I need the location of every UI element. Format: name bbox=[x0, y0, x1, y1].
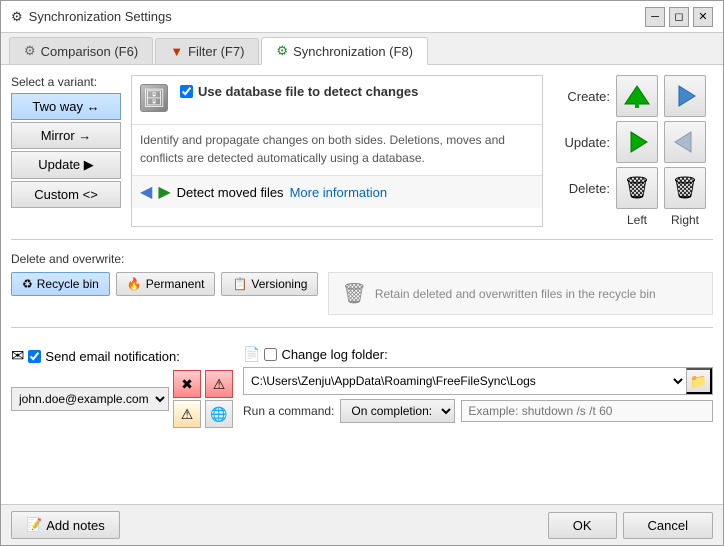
cancel-button[interactable]: Cancel bbox=[623, 512, 713, 539]
recycle-desc-icon: 🗑 bbox=[341, 281, 366, 306]
variant-update[interactable]: Update ▶ bbox=[11, 151, 121, 179]
recycle-icon: ♻ bbox=[22, 277, 33, 291]
create-row: Create: bbox=[560, 75, 706, 117]
permanent-button[interactable]: 🔥 Permanent bbox=[116, 272, 216, 296]
create-left-button[interactable] bbox=[616, 75, 658, 117]
delete-left-button[interactable]: 🗑 bbox=[616, 167, 658, 209]
variant-group: Select a variant: Two way ↔ Mirror → Upd… bbox=[11, 75, 121, 227]
sync-icon: ⚙ bbox=[276, 43, 288, 59]
tab-comparison[interactable]: ⚙ Comparison (F6) bbox=[9, 37, 153, 64]
title-bar: ⚙ Synchronization Settings ─ ◻ ✕ bbox=[1, 1, 723, 33]
email-warning-button[interactable]: ⚠ bbox=[173, 400, 201, 428]
db-icon-visual: 🗄 bbox=[140, 84, 168, 112]
use-database-label: Use database file to detect changes bbox=[198, 84, 418, 99]
delete-row: Delete: 🗑 🗑 bbox=[560, 167, 706, 209]
command-row: Run a command: On completion: bbox=[243, 399, 713, 423]
add-notes-button[interactable]: 📝 Add notes bbox=[11, 511, 120, 539]
main-content: Select a variant: Two way ↔ Mirror → Upd… bbox=[1, 65, 723, 504]
detect-moved-row: ◀ ▶ Detect moved files More information bbox=[132, 175, 542, 208]
email-action-buttons: ✖ ⚠ bbox=[173, 370, 201, 428]
command-mode-select[interactable]: On completion: bbox=[340, 399, 455, 423]
left-label: Left bbox=[616, 213, 658, 227]
use-database-checkbox[interactable] bbox=[180, 85, 193, 98]
bottom-section: ✉ Send email notification: john.doe@exam… bbox=[11, 340, 713, 434]
top-section: Select a variant: Two way ↔ Mirror → Upd… bbox=[11, 75, 713, 227]
email-select[interactable]: john.doe@example.com bbox=[11, 387, 169, 411]
delete-section: Delete and overwrite: ♻ Recycle bin 🔥 Pe… bbox=[11, 252, 713, 315]
fire-icon: 🔥 bbox=[127, 277, 142, 291]
description-top: 🗄 Use database file to detect changes bbox=[132, 76, 542, 125]
ok-button[interactable]: OK bbox=[548, 512, 617, 539]
gear-icon: ⚙ bbox=[24, 43, 36, 59]
window-title: Synchronization Settings bbox=[29, 9, 172, 24]
arrows-panel: Create: Update: bbox=[553, 75, 713, 227]
tab-sync[interactable]: ⚙ Synchronization (F8) bbox=[261, 37, 428, 65]
delete-label: Delete: bbox=[560, 181, 610, 196]
notes-icon: 📝 bbox=[26, 517, 42, 533]
title-bar-controls: ─ ◻ ✕ bbox=[645, 7, 713, 27]
log-section: 📄 Change log folder: C:\Users\Zenju\AppD… bbox=[243, 346, 713, 428]
left-right-labels: Left Right bbox=[616, 213, 706, 227]
description-text: Identify and propagate changes on both s… bbox=[132, 125, 542, 175]
variant-custom[interactable]: Custom <> bbox=[11, 181, 121, 208]
email-config-button[interactable]: ⚠ bbox=[205, 370, 233, 398]
email-header: ✉ Send email notification: bbox=[11, 346, 233, 366]
main-window: ⚙ Synchronization Settings ─ ◻ ✕ ⚙ Compa… bbox=[0, 0, 724, 546]
more-info-link[interactable]: More information bbox=[290, 185, 388, 200]
email-section: ✉ Send email notification: john.doe@exam… bbox=[11, 346, 233, 428]
log-browse-button[interactable]: 📁 bbox=[686, 368, 712, 394]
envelope-icon: ✉ bbox=[11, 346, 24, 366]
window-icon: ⚙ bbox=[11, 9, 23, 25]
minimize-button[interactable]: ─ bbox=[645, 7, 665, 27]
delete-section-label: Delete and overwrite: bbox=[11, 252, 713, 266]
detect-left-arrow: ◀ bbox=[140, 182, 152, 202]
variant-mirror[interactable]: Mirror → bbox=[11, 122, 121, 149]
filter-icon: ▼ bbox=[170, 44, 183, 59]
log-folder-checkbox[interactable] bbox=[264, 348, 277, 361]
restore-button[interactable]: ◻ bbox=[669, 7, 689, 27]
log-icon: 📄 bbox=[243, 346, 260, 363]
command-input[interactable] bbox=[461, 400, 713, 422]
update-left-button[interactable] bbox=[616, 121, 658, 163]
log-header-label: Change log folder: bbox=[281, 347, 387, 362]
delete-options: ♻ Recycle bin 🔥 Permanent 📋 Versioning bbox=[11, 272, 318, 296]
tabs-bar: ⚙ Comparison (F6) ▼ Filter (F7) ⚙ Synchr… bbox=[1, 33, 723, 65]
log-header: 📄 Change log folder: bbox=[243, 346, 713, 363]
divider-2 bbox=[11, 327, 713, 328]
log-path-select[interactable]: C:\Users\Zenju\AppData\Roaming\FreeFileS… bbox=[244, 370, 686, 392]
detect-right-arrow: ▶ bbox=[158, 182, 170, 202]
recycle-bin-button[interactable]: ♻ Recycle bin bbox=[11, 272, 110, 296]
command-label: Run a command: bbox=[243, 404, 334, 418]
right-label: Right bbox=[664, 213, 706, 227]
recycle-description: 🗑 Retain deleted and overwritten files i… bbox=[328, 272, 713, 315]
update-label: Update: bbox=[560, 135, 610, 150]
log-path: C:\Users\Zenju\AppData\Roaming\FreeFileS… bbox=[243, 367, 713, 395]
update-right-button[interactable] bbox=[664, 121, 706, 163]
create-right-button[interactable] bbox=[664, 75, 706, 117]
email-extra-buttons: ⚠ 🌐 bbox=[205, 370, 233, 428]
variant-two-way[interactable]: Two way ↔ bbox=[11, 93, 121, 120]
email-add-button[interactable]: ✖ bbox=[173, 370, 201, 398]
email-checkbox[interactable] bbox=[28, 350, 41, 363]
footer-right: OK Cancel bbox=[548, 512, 713, 539]
title-bar-left: ⚙ Synchronization Settings bbox=[11, 9, 172, 25]
divider-1 bbox=[11, 239, 713, 240]
tab-filter[interactable]: ▼ Filter (F7) bbox=[155, 38, 259, 64]
close-button[interactable]: ✕ bbox=[693, 7, 713, 27]
use-database-row: Use database file to detect changes bbox=[180, 84, 418, 99]
footer-left: 📝 Add notes bbox=[11, 511, 120, 539]
email-header-label: Send email notification: bbox=[45, 349, 179, 364]
create-label: Create: bbox=[560, 89, 610, 104]
email-globe-button[interactable]: 🌐 bbox=[205, 400, 233, 428]
footer: 📝 Add notes OK Cancel bbox=[1, 504, 723, 545]
delete-right-button[interactable]: 🗑 bbox=[664, 167, 706, 209]
versioning-button[interactable]: 📋 Versioning bbox=[221, 272, 318, 296]
database-icon: 🗄 bbox=[140, 84, 172, 116]
description-area: 🗄 Use database file to detect changes Id… bbox=[131, 75, 543, 227]
variant-label: Select a variant: bbox=[11, 75, 121, 89]
update-row: Update: bbox=[560, 121, 706, 163]
detect-label: Detect moved files bbox=[177, 185, 284, 200]
version-icon: 📋 bbox=[232, 277, 247, 291]
